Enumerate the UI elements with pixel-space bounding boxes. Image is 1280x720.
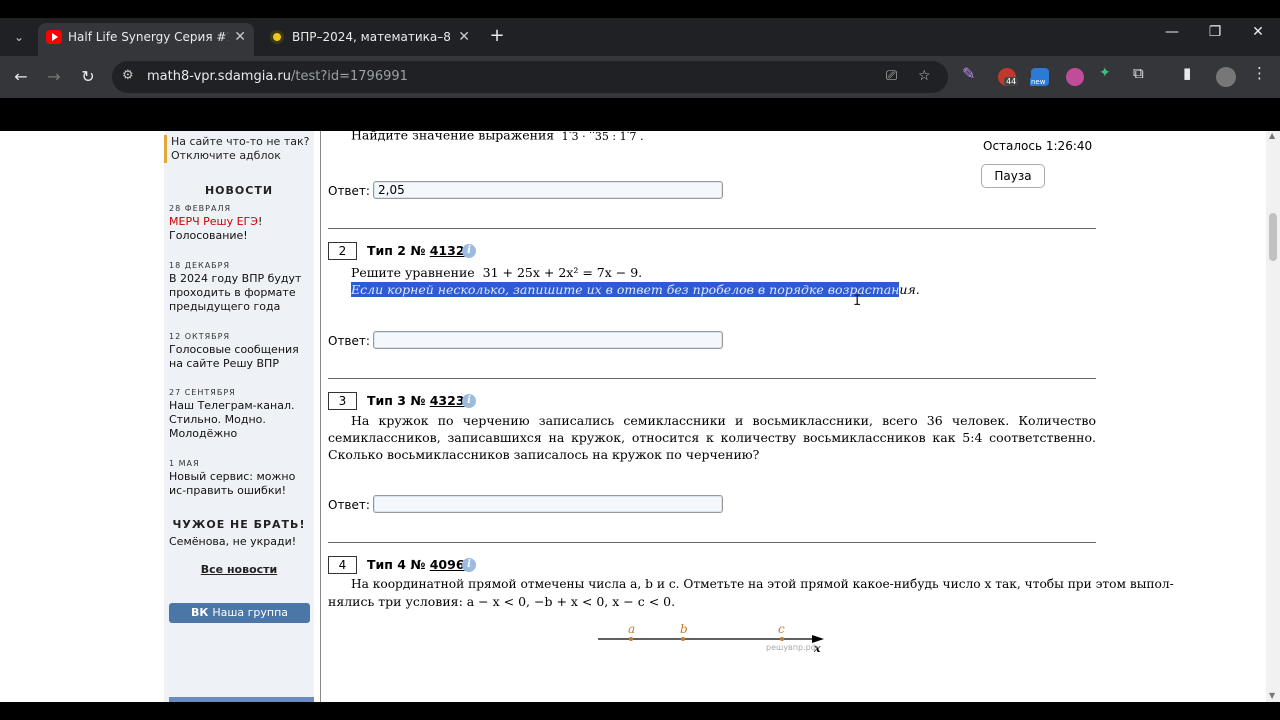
task4-id-link[interactable]: 4096 [430,557,465,572]
task2-note: Если корней несколько, запишите их в отв… [351,282,920,297]
news-date: 28 ФЕВРАЛЯ [169,204,232,213]
vk-icon: ВК [190,606,209,619]
tab-sdamgia[interactable]: ВПР–2024, математика–8: зада ✕ [262,23,478,56]
news-heading: НОВОСТИ [204,184,274,197]
news-item[interactable]: МЕРЧ Решу ЕГЭ! Голосование! [169,215,314,243]
address-bar[interactable]: ⚙ math8-vpr.sdamgia.ru/test?id=1796991 ⎚… [112,61,948,93]
web-page: На сайте что-то не так? Отключите адблок… [0,131,1280,702]
puzzle-color-extension-icon[interactable]: ✦ [1099,65,1117,83]
ublock-extension-icon[interactable]: 44 [998,68,1019,86]
task1-answer-input[interactable]: 2,05 [373,181,723,199]
back-icon[interactable]: ← [10,66,32,88]
info-icon[interactable]: i [462,394,476,408]
task1-expression: 1·3 · ··35 : 1·7 . [558,131,644,143]
youtube-icon [46,30,62,44]
extensions-icon[interactable]: ⧉ [1133,64,1151,82]
news-date: 1 МАЯ [169,459,200,468]
selected-text: Если корней несколько, запишите их в отв… [351,282,900,297]
avatar[interactable] [1216,67,1236,87]
sidebar: На сайте что-то не так? Отключите адблок… [164,131,314,702]
all-news-link[interactable]: Все новости [164,563,314,576]
site-info-icon[interactable]: ⚙ [122,68,134,83]
new-extension-icon[interactable]: new [1030,68,1049,86]
browser-toolbar: ← → ↻ ⚙ math8-vpr.sdamgia.ru/test?id=179… [0,56,1280,98]
reload-icon[interactable]: ↻ [77,66,99,88]
task-separator [328,228,1096,229]
menu-icon[interactable]: ⋮ [1252,64,1270,82]
minimize-icon[interactable]: — [1157,24,1187,40]
tab-title: Half Life Synergy Серия #1 - Yo [68,30,228,44]
task-list: Найдите значение выражения 1·3 · ··35 : … [328,131,1174,702]
watermark: решувпр.рф [766,643,818,652]
colorful-extension-icon[interactable] [1066,68,1084,86]
chuzhoe-text: Семёнова, не укради! [169,535,297,548]
close-tab-icon[interactable]: ✕ [458,23,470,51]
side-panel-icon[interactable]: ▮ [1183,64,1201,82]
answer-label: Ответ: [328,498,370,512]
text-cursor-icon: I [853,293,862,309]
adblock-notice: На сайте что-то не так? Отключите адблок [164,135,314,163]
browser-window: ⌄ Half Life Synergy Серия #1 - Yo ✕ ВПР–… [0,0,1280,720]
task4-text-line1: На координатной прямой отмечены числа a,… [351,577,1174,591]
task2-answer-input[interactable] [373,331,723,349]
answer-label: Ответ: [328,184,370,198]
news-item[interactable]: В 2024 году ВПР будут проходить в формат… [169,272,314,314]
tab-youtube[interactable]: Half Life Synergy Серия #1 - Yo ✕ [38,23,254,56]
vk-group-button[interactable]: ВК Наша группа [169,603,310,623]
task2-id-link[interactable]: 4132 [430,243,465,258]
scroll-up-icon[interactable]: ▲ [1269,131,1275,140]
chrome-gap [0,98,1280,131]
pause-button[interactable]: Пауза [981,164,1045,188]
sdamgia-icon [270,30,284,44]
tab-title: ВПР–2024, математика–8: зада [292,30,452,44]
restore-icon[interactable]: ❐ [1200,24,1230,40]
column-divider [320,131,321,702]
task-separator [328,542,1096,543]
news-date: 12 ОКТЯБРЯ [169,332,231,341]
answer-label: Ответ: [328,334,370,348]
bottom-bar [0,702,1280,720]
close-window-icon[interactable]: ✕ [1243,24,1273,40]
number-line-figure[interactable]: a b c x решувпр.рф [596,621,836,655]
pen-extension-icon[interactable]: ✎ [962,64,980,83]
task3-answer-input[interactable] [373,495,723,513]
task2-formula: 31 + 25x + 2x² = 7x − 9. [482,265,643,280]
page-scrollbar[interactable]: ▲ ▼ [1266,131,1280,702]
task1-question: Найдите значение выражения 1·3 · ··35 : … [351,131,644,143]
news-item[interactable]: Новый сервис: можно ис-править ошибки! [169,470,314,498]
chuzhoe-heading: ЧУЖОЕ НЕ БРАТЬ! [172,518,306,531]
forward-icon[interactable]: → [43,66,65,88]
url-text[interactable]: math8-vpr.sdamgia.ru/test?id=1796991 [147,69,408,84]
new-tab-button[interactable]: + [486,26,508,48]
info-icon[interactable]: i [462,558,476,572]
news-date: 18 ДЕКАБРЯ [169,261,231,270]
scroll-down-icon[interactable]: ▼ [1269,691,1275,700]
task-separator [328,378,1096,379]
install-app-icon[interactable]: ⎚ [886,68,897,84]
scrollbar-thumb[interactable] [1269,213,1277,261]
task3-text: На кружок по черчению записались семикла… [328,413,1096,462]
axis-label-b: b [680,622,688,636]
tab-strip: ⌄ Half Life Synergy Серия #1 - Yo ✕ ВПР–… [0,18,1280,56]
task-number: 4 [328,556,357,574]
task-number: 2 [328,242,357,260]
axis-label-a: a [628,622,635,636]
axis-label-c: c [778,622,785,636]
tab-search-icon[interactable]: ⌄ [8,26,30,48]
time-remaining: Осталось 1:26:40 [983,139,1093,153]
info-icon[interactable]: i [462,244,476,258]
news-item[interactable]: Голосовые сообщения на сайте Решу ВПР [169,343,314,371]
news-date: 27 СЕНТЯБРЯ [169,388,236,397]
task-number: 3 [328,392,357,410]
task3-id-link[interactable]: 4323 [430,393,465,408]
news-item[interactable]: Наш Телеграм-канал. Стильно. Модно. Моло… [169,399,314,441]
task4-text-line2: нялись три условия: a − x < 0, −b + x < … [328,594,676,609]
bookmark-star-icon[interactable]: ☆ [918,68,931,84]
close-tab-icon[interactable]: ✕ [234,23,246,51]
task2-question: Решите уравнение 31 + 25x + 2x² = 7x − 9… [351,265,643,280]
